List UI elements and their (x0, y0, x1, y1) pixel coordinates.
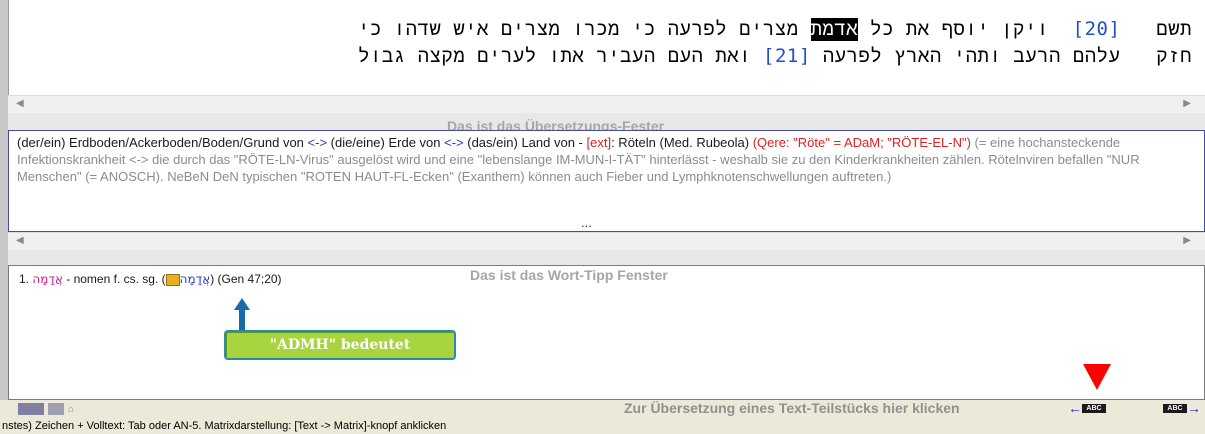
scroll-left-icon[interactable]: ◀ (16, 235, 24, 246)
word-tip-entry: 1. אֲדָמָה - nomen f. cs. sg. (אֲדָמָה) … (19, 272, 282, 286)
status-bar: nstes) Zeichen + Volltext: Tab oder AN-5… (0, 418, 1205, 434)
scroll-right-icon[interactable]: ▶ (1183, 235, 1191, 246)
hebrew-text[interactable]: ואת העם העביר אתו לערים מקצה גבול (358, 45, 751, 68)
annotation-bubble: "ADMH" bedeutet "Erdboden/Ackerboden..." (224, 330, 456, 379)
hebrew-text-pane[interactable]: תשם [20] ויקן יוסף את כל אדמת מצרים לפרע… (8, 0, 1205, 96)
table-icon[interactable] (48, 403, 64, 415)
hebrew-text[interactable]: עלהם הרעב ותהי הארץ לפרעה (823, 45, 1121, 68)
ext-tag[interactable]: [ext] (587, 135, 612, 150)
hebrew-lemma[interactable]: אֲדָמָה (32, 272, 63, 286)
more-ellipsis: ... (581, 215, 592, 230)
qere-note: (Qere: "Röte" = ADaM; "RÖTE-EL-N") (752, 135, 971, 150)
translation-segment: : Röteln (Med. Rubeola) (611, 135, 753, 150)
hebrew-line-1: תשם [20] ויקן יוסף את כל אדמת מצרים לפרע… (358, 18, 1192, 41)
translate-right-button[interactable]: ABC → (1163, 400, 1201, 416)
up-arrow-annotation-icon (234, 298, 250, 332)
hebrew-word[interactable]: חזק (1156, 45, 1192, 68)
verse-number-20[interactable]: [20] (1073, 18, 1121, 40)
hebrew-line-2: חזק עלהם הרעב ותהי הארץ לפרעה [21] ואת ה… (358, 45, 1192, 68)
red-triangle-marker-icon (1083, 364, 1111, 390)
splitter-bar[interactable] (8, 250, 1205, 265)
scroll-left-icon[interactable]: ◀ (16, 98, 24, 109)
translation-segment: (die/eine) Erde von (327, 135, 445, 150)
hebrew-text[interactable]: מצרים לפרעה כי מכרו מצרים איש שדהו כי (358, 18, 799, 41)
left-frame-strip (0, 0, 8, 434)
hebrew-lemma-link[interactable]: אֲדָמָה (180, 272, 211, 286)
word-tip-window-title: Das ist das Wort-Tipp Fenster (470, 267, 668, 283)
translation-segment: (der/ein) Erdboden/Ackerboden/Boden/Grun… (17, 135, 308, 150)
selected-hebrew-word[interactable]: אדמת (810, 18, 859, 41)
left-arrow-icon: ← (1068, 400, 1082, 416)
verse-number-21[interactable]: [21] (763, 45, 811, 67)
abc-box-icon: ABC (1082, 403, 1106, 413)
grid-icon[interactable] (18, 403, 44, 415)
word-tip-pane[interactable]: 1. אֲדָמָה - nomen f. cs. sg. (אֲדָמָה) … (8, 265, 1205, 400)
translation-arrow: <-> (444, 135, 464, 150)
hebrew-word[interactable]: תשם (1156, 18, 1192, 41)
translate-segment-hint: Zur Übersetzung eines Text-Teilstücks hi… (624, 400, 960, 416)
abc-box-icon: ABC (1163, 403, 1187, 413)
home-icon[interactable]: ⌂ (68, 404, 74, 415)
bible-reference: ) (Gen 47;20) (210, 272, 282, 286)
scroll-right-icon[interactable]: ▶ (1183, 98, 1191, 109)
translation-arrow: <-> (307, 135, 328, 150)
grammar-info: - nomen f. cs. sg. ( (62, 272, 166, 286)
translation-text: (der/ein) Erdboden/Ackerboden/Boden/Grun… (17, 134, 1197, 185)
entry-number: 1. (19, 272, 30, 286)
translation-pane[interactable]: (der/ein) Erdboden/Ackerboden/Boden/Grun… (8, 130, 1205, 232)
translation-horizontal-scrollbar[interactable]: ◀ ▶ (8, 232, 1205, 251)
hebrew-text[interactable]: ויקן יוסף את כל (870, 18, 1049, 41)
translation-segment: (das/ein) Land von - (463, 135, 587, 150)
bottom-toolbar (0, 400, 1205, 418)
book-icon[interactable] (165, 273, 180, 286)
hebrew-horizontal-scrollbar[interactable]: ◀ ▶ (8, 95, 1205, 114)
right-arrow-icon: → (1187, 400, 1201, 416)
translate-left-button[interactable]: ← ABC (1068, 400, 1106, 416)
